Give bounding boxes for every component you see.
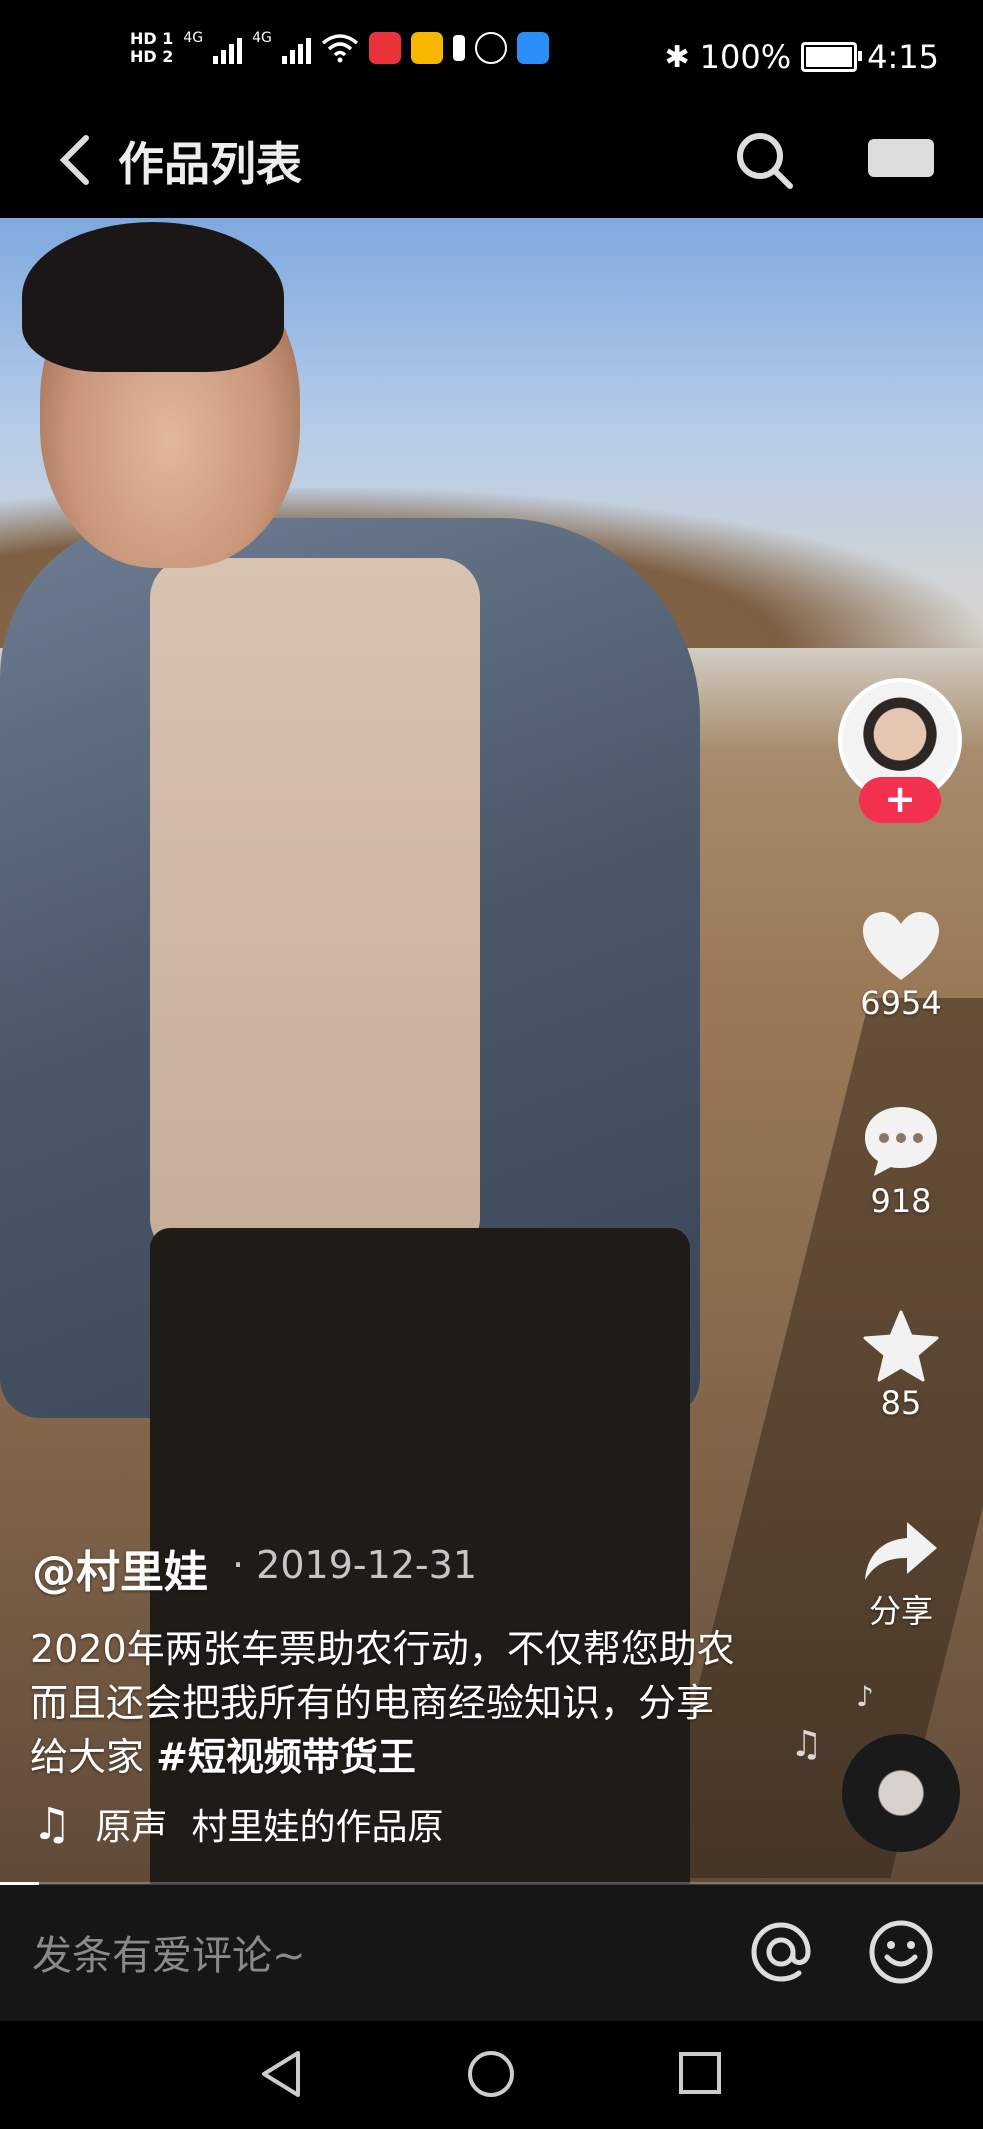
hand-icon	[474, 32, 507, 64]
like-button[interactable]: 6954	[852, 910, 950, 1022]
hd-indicator: HD 1 HD 2	[130, 30, 173, 66]
follow-button[interactable]: +	[859, 777, 941, 823]
status-icons-right: ✱ 100% 4:15	[665, 38, 939, 76]
nav-back-icon[interactable]	[258, 2049, 304, 2099]
wifi-icon	[321, 34, 359, 63]
music-prefix: 原声	[95, 1807, 168, 1848]
music-note-icon: ♫	[790, 1724, 823, 1765]
status-icons-left: HD 1 HD 2 4G 4G	[130, 30, 549, 66]
person-hair	[22, 222, 284, 372]
star-icon	[863, 1310, 939, 1382]
heart-icon	[863, 912, 939, 980]
mention-icon[interactable]	[748, 1919, 814, 1985]
signal-2-icon	[281, 32, 311, 64]
nav-recents-icon[interactable]	[678, 2051, 722, 2095]
battery-percent: 100%	[699, 38, 792, 76]
search-icon[interactable]	[732, 128, 796, 192]
page-title: 作品列表	[118, 137, 302, 191]
music-title: 村里娃的作品原	[191, 1807, 444, 1848]
weibo-icon	[410, 32, 443, 64]
share-label: 分享	[868, 1592, 933, 1630]
comment-count: 918	[870, 1182, 932, 1220]
person-shirt	[150, 558, 480, 1258]
favorite-button[interactable]: 85	[852, 1310, 950, 1422]
app-notification-icon	[516, 32, 549, 64]
signal-1-icon	[213, 32, 243, 64]
music-disc[interactable]	[842, 1734, 960, 1852]
battery-icon	[801, 42, 863, 72]
camera-icon[interactable]	[866, 135, 936, 181]
network-type-2: 4G	[252, 30, 272, 46]
video-description: 2020年两张车票助农行动，不仅帮您助农而且还会把我所有的电商经验知识，分享给大…	[30, 1622, 750, 1784]
share-button[interactable]: 分享	[852, 1520, 950, 1632]
comment-bubble-icon	[865, 1107, 937, 1176]
post-date: · 2019-12-31	[232, 1543, 477, 1587]
author-name[interactable]: @村里娃	[32, 1536, 208, 1600]
system-nav-bar	[0, 2021, 983, 2129]
comment-bar: 发条有爱评论~	[0, 1885, 983, 2021]
music-info[interactable]: ♫ 原声 村里娃的作品原	[32, 1798, 443, 1850]
nav-home-icon[interactable]	[466, 2049, 516, 2099]
emoji-icon[interactable]	[868, 1919, 934, 1985]
network-type-1: 4G	[183, 30, 204, 46]
favorite-count: 85	[880, 1384, 922, 1422]
hd2-label: HD 2	[130, 47, 174, 66]
back-arrow-icon[interactable]	[52, 130, 102, 190]
share-arrow-icon	[865, 1522, 937, 1580]
hashtag-link[interactable]: #短视频带货王	[156, 1735, 416, 1779]
music-note-small-icon: ♪	[856, 1680, 874, 1713]
comment-button[interactable]: 918	[852, 1104, 950, 1220]
like-count: 6954	[860, 984, 942, 1022]
music-note-icon: ♫	[32, 1798, 72, 1850]
top-app-bar: 作品列表	[0, 100, 983, 218]
comment-input[interactable]: 发条有爱评论~	[32, 1923, 306, 1981]
battery-saver-icon	[452, 35, 465, 61]
huawei-app-icon	[368, 32, 401, 64]
bluetooth-icon: ✱	[664, 39, 690, 75]
clock: 4:15	[867, 38, 939, 76]
hd1-label: HD 1	[130, 29, 174, 48]
